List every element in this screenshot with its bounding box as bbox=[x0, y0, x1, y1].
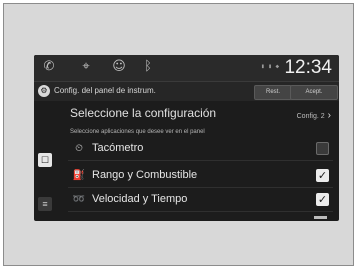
user-icon[interactable]: ☺ bbox=[111, 59, 127, 75]
sidebar-button-2[interactable]: ≡ bbox=[38, 197, 52, 211]
list-item-tachometer[interactable]: ⏲ Tacómetro ✓ bbox=[68, 138, 333, 161]
section-title: Seleccione la configuración bbox=[70, 106, 217, 120]
checkbox-tachometer[interactable]: ✓ bbox=[316, 142, 329, 155]
tachometer-icon: ⏲ bbox=[75, 143, 83, 154]
sidebar: ☐ ≡ bbox=[38, 135, 52, 217]
config-link[interactable]: Config. 2 › bbox=[297, 110, 331, 121]
infotainment-screen: ✆ ⌖ ☺ ᛒ ▮ ▮ ◆ 12:34 ⚙ Config. del panel … bbox=[34, 55, 339, 221]
reset-button[interactable]: Rest. bbox=[254, 85, 292, 100]
header-title: Config. del panel de instrum. bbox=[54, 86, 156, 95]
item-label: Rango y Combustible bbox=[92, 169, 198, 181]
header-bar: ⚙ Config. del panel de instrum. Rest. Ac… bbox=[34, 82, 339, 101]
accept-button[interactable]: Acept. bbox=[290, 85, 338, 100]
signal-indicators: ▮ ▮ ◆ bbox=[261, 63, 280, 70]
config-link-label: Config. 2 bbox=[296, 113, 325, 120]
checkbox-range-fuel[interactable]: ✓ bbox=[316, 169, 329, 182]
item-label: Velocidad y Tiempo bbox=[92, 193, 188, 205]
item-label: Tacómetro bbox=[92, 142, 144, 154]
settings-icon: ⚙ bbox=[38, 85, 50, 97]
fuel-icon: ⛽ bbox=[72, 170, 86, 181]
status-bar: ✆ ⌖ ☺ ᛒ ▮ ▮ ◆ 12:34 bbox=[34, 55, 339, 82]
sidebar-button-1[interactable]: ☐ bbox=[38, 153, 52, 167]
list-item-range-fuel[interactable]: ⛽ Rango y Combustible ✓ bbox=[68, 165, 333, 188]
list-item-speed-time[interactable]: ➿ Velocidad y Tiempo ✓ bbox=[68, 189, 333, 212]
phone-icon[interactable]: ✆ bbox=[41, 59, 57, 75]
bluetooth-icon[interactable]: ᛒ bbox=[140, 59, 156, 75]
navigation-icon[interactable]: ⌖ bbox=[78, 59, 94, 75]
chevron-right-icon: › bbox=[327, 110, 331, 121]
instructions-text: Seleccione aplicaciones que desee ver en… bbox=[70, 129, 205, 135]
checkbox-speed-time[interactable]: ✓ bbox=[316, 193, 329, 206]
next-item-peek bbox=[314, 216, 327, 219]
speed-time-icon: ➿ bbox=[72, 194, 86, 205]
figure-frame: ✆ ⌖ ☺ ᛒ ▮ ▮ ◆ 12:34 ⚙ Config. del panel … bbox=[3, 3, 354, 266]
clock: 12:34 bbox=[284, 57, 332, 78]
